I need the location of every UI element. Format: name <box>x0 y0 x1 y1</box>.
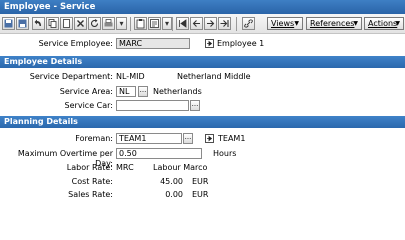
next-record-icon[interactable] <box>204 17 217 30</box>
foreman-lookup-button[interactable]: ... <box>183 133 193 144</box>
print-dropdown-icon[interactable]: ▾ <box>116 17 127 30</box>
service-employee-label: Service Employee: <box>38 39 113 48</box>
toolbar: ▾ ▾ Views ▼ References ▼ Actions ▼ <box>0 14 405 34</box>
last-record-icon[interactable] <box>218 17 231 30</box>
service-department-name: Netherland Middle <box>177 72 251 81</box>
previous-record-icon[interactable] <box>190 17 203 30</box>
foreman-name: TEAM1 <box>218 134 246 143</box>
service-car-lookup-button[interactable]: ... <box>190 100 200 111</box>
views-menu-label: Views <box>271 19 295 28</box>
labor-rate-name: Labour Marco <box>153 163 208 172</box>
sales-rate-value: 0.00 <box>165 190 183 199</box>
find-icon[interactable] <box>148 17 161 30</box>
refresh-icon[interactable] <box>88 17 101 30</box>
foreman-field[interactable] <box>116 133 182 144</box>
service-car-field[interactable] <box>116 100 189 111</box>
service-employee-field[interactable] <box>116 38 190 49</box>
cost-rate-currency: EUR <box>192 177 209 186</box>
copy-icon[interactable] <box>46 17 59 30</box>
clipboard-icon[interactable] <box>134 17 147 30</box>
cost-rate-value: 45.00 <box>160 177 183 186</box>
jump-to-icon[interactable] <box>205 39 214 48</box>
delete-icon[interactable] <box>74 17 87 30</box>
max-overtime-field[interactable] <box>116 148 202 159</box>
sales-rate-currency: EUR <box>192 190 209 199</box>
jump-to-icon[interactable] <box>205 134 214 143</box>
chevron-down-icon: ▼ <box>353 20 358 27</box>
planning-details-header: Planning Details <box>0 116 405 128</box>
save-icon[interactable] <box>2 17 15 30</box>
labor-rate-code: MRC <box>116 163 134 172</box>
cost-rate-label: Cost Rate: <box>71 177 113 186</box>
new-icon[interactable] <box>60 17 73 30</box>
service-department-code: NL-MID <box>116 72 145 81</box>
save-close-icon[interactable] <box>16 17 29 30</box>
service-car-label: Service Car: <box>64 101 113 110</box>
service-area-lookup-button[interactable]: ... <box>138 86 148 97</box>
undo-icon[interactable] <box>32 17 45 30</box>
actions-menu[interactable]: Actions ▼ <box>364 17 404 30</box>
print-icon[interactable] <box>102 17 115 30</box>
service-department-label: Service Department: <box>29 72 113 81</box>
service-area-field[interactable] <box>116 86 136 97</box>
chevron-down-icon: ▼ <box>294 20 299 27</box>
actions-menu-label: Actions <box>368 19 398 28</box>
foreman-label: Foreman: <box>75 134 113 143</box>
window-title: Employee - Service <box>0 0 405 14</box>
sales-rate-label: Sales Rate: <box>68 190 113 199</box>
link-icon[interactable] <box>242 17 255 30</box>
references-menu-label: References <box>310 19 355 28</box>
references-menu[interactable]: References ▼ <box>306 17 362 30</box>
service-area-name: Netherlands <box>153 87 202 96</box>
service-area-label: Service Area: <box>59 87 113 96</box>
labor-rate-label: Labor Rate: <box>66 163 113 172</box>
first-record-icon[interactable] <box>176 17 189 30</box>
chevron-down-icon: ▼ <box>395 20 400 27</box>
find-dropdown-icon[interactable]: ▾ <box>162 17 172 30</box>
views-menu[interactable]: Views ▼ <box>267 17 303 30</box>
employee-details-header: Employee Details <box>0 56 405 68</box>
service-employee-name: Employee 1 <box>217 39 265 48</box>
overtime-unit: Hours <box>213 149 237 158</box>
